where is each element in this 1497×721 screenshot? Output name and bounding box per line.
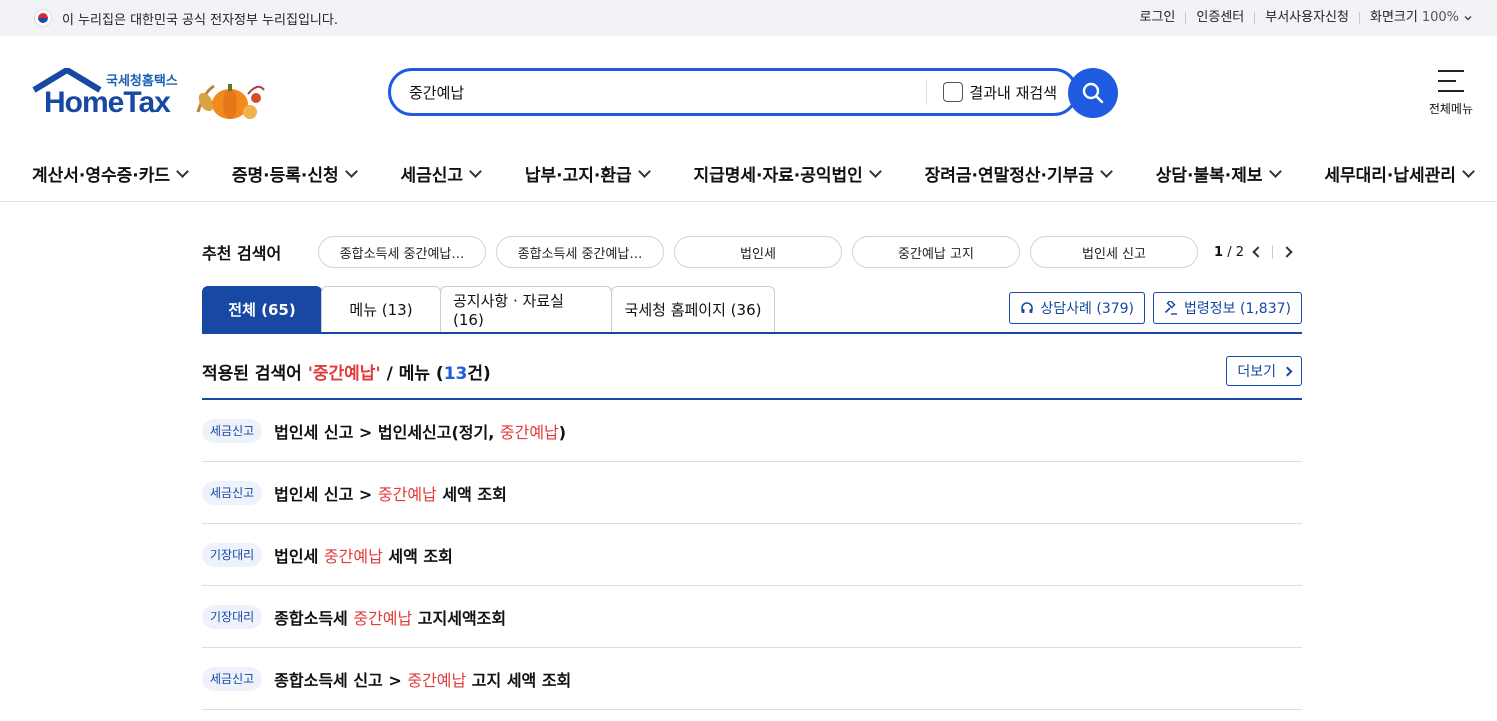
nav-item-consult[interactable]: 상담·불복·제보 xyxy=(1156,161,1282,186)
result-header: 적용된 검색어 '중간예납' / 메뉴 (13건) 더보기 xyxy=(202,356,1302,386)
category-badge: 세금신고 xyxy=(202,666,263,691)
result-tabs: 전체 (65) 메뉴 (13) 공지사항 · 자료실 (16) 국세청 홈페이지… xyxy=(202,286,1302,334)
chevron-down-icon xyxy=(469,164,482,178)
keyword-chip[interactable]: 법인세 신고 xyxy=(1030,236,1198,268)
chevron-down-icon xyxy=(1462,164,1475,178)
category-badge: 기장대리 xyxy=(202,604,263,629)
chevron-down-icon xyxy=(868,164,882,178)
category-badge: 기장대리 xyxy=(202,542,263,567)
all-menu-label: 전체메뉴 xyxy=(1428,102,1473,116)
more-button[interactable]: 더보기 xyxy=(1226,356,1302,386)
category-badge: 세금신고 xyxy=(202,480,263,505)
search-results: 추천 검색어 종합소득세 중간예납… 종합소득세 중간예납… 법인세 중간예납 … xyxy=(202,236,1302,710)
keyword-chip[interactable]: 종합소득세 중간예납… xyxy=(496,236,664,268)
keyword-pager: 1 / 2 xyxy=(1214,244,1293,260)
research-within-checkbox[interactable]: 결과내 재검색 xyxy=(943,82,1057,103)
hometax-logo[interactable]: 국세청홈택스 HomeTax xyxy=(32,68,272,128)
result-list: 세금신고 법인세 신고 > 법인세신고(정기, 중간예납) 세금신고 법인세 신… xyxy=(202,400,1302,710)
all-menu-button[interactable]: 전체메뉴 xyxy=(1429,70,1473,117)
gov-notice: 이 누리집은 대한민국 공식 전자정부 누리집입니다. xyxy=(62,12,338,28)
hamburger-icon xyxy=(1437,70,1464,92)
gov-banner: 이 누리집은 대한민국 공식 전자정부 누리집입니다. 로그인 인증센터 부서사… xyxy=(0,0,1497,36)
gavel-icon xyxy=(1164,301,1178,315)
nav-item-certificate[interactable]: 증명·등록·신청 xyxy=(232,161,358,186)
research-within-label: 결과내 재검색 xyxy=(969,83,1057,102)
list-item[interactable]: 세금신고 종합소득세 신고 > 중간예납 고지 세액 조회 xyxy=(202,648,1302,710)
nav-item-tax-report[interactable]: 세금신고 xyxy=(400,161,482,186)
search-box: 결과내 재검색 xyxy=(388,68,1078,116)
list-item[interactable]: 세금신고 법인세 신고 > 법인세신고(정기, 중간예납) xyxy=(202,400,1302,462)
list-item[interactable]: 기장대리 법인세 중간예납 세액 조회 xyxy=(202,524,1302,586)
keyword-chip[interactable]: 법인세 xyxy=(674,236,842,268)
chevron-down-icon xyxy=(176,164,189,178)
tab-all[interactable]: 전체 (65) xyxy=(202,286,322,332)
pumpkin-icon xyxy=(196,84,265,119)
applied-keyword: '중간예납' xyxy=(307,363,381,384)
chevron-left-icon[interactable] xyxy=(1252,246,1264,258)
zoom-label: 화면크기 xyxy=(1369,10,1418,25)
chevron-right-icon[interactable] xyxy=(1281,246,1293,258)
search-input[interactable] xyxy=(409,83,911,101)
pager-total: / 2 xyxy=(1227,244,1244,260)
korea-flag-icon xyxy=(34,9,52,27)
headset-icon xyxy=(1021,302,1034,313)
nav-item-agent[interactable]: 세무대리·납세관리 xyxy=(1324,161,1475,186)
zoom-control[interactable]: 화면크기 100% xyxy=(1358,10,1473,25)
chevron-down-icon xyxy=(1464,16,1472,21)
search-icon xyxy=(1082,82,1104,104)
chevron-right-icon xyxy=(1282,366,1293,376)
tab-menu[interactable]: 메뉴 (13) xyxy=(321,286,441,332)
recommended-keywords: 추천 검색어 종합소득세 중간예납… 종합소득세 중간예납… 법인세 중간예납 … xyxy=(202,236,1302,268)
category-badge: 세금신고 xyxy=(202,418,263,443)
result-title: 적용된 검색어 '중간예납' / 메뉴 (13건) xyxy=(202,363,491,384)
nav-item-incentive[interactable]: 장려금·연말정산·기부금 xyxy=(925,161,1113,186)
chevron-down-icon xyxy=(1100,164,1113,178)
site-header: 국세청홈택스 HomeTax 결과내 재검색 전체메뉴 xyxy=(0,36,1497,146)
nav-item-payment[interactable]: 납부·고지·환급 xyxy=(525,161,651,186)
tab-notice[interactable]: 공지사항 · 자료실 (16) xyxy=(440,286,612,332)
chevron-down-icon xyxy=(637,164,651,178)
list-item[interactable]: 세금신고 법인세 신고 > 중간예납 세액 조회 xyxy=(202,462,1302,524)
cert-center-link[interactable]: 인증센터 xyxy=(1185,11,1254,24)
logo-title: HomeTax xyxy=(44,86,171,119)
result-count: 13 xyxy=(443,363,468,384)
recommended-title: 추천 검색어 xyxy=(202,244,282,263)
nav-item-statements[interactable]: 지급명세·자료·공익법인 xyxy=(693,161,882,186)
zoom-value: 100% xyxy=(1421,10,1459,25)
checkbox-icon[interactable] xyxy=(943,82,964,102)
main-nav: 계산서·영수증·카드 증명·등록·신청 세금신고 납부·고지·환급 지급명세·자… xyxy=(0,146,1497,202)
dept-user-link[interactable]: 부서사용자신청 xyxy=(1254,11,1359,24)
keyword-chip[interactable]: 종합소득세 중간예납… xyxy=(318,236,486,268)
tab-nts-homepage[interactable]: 국세청 홈페이지 (36) xyxy=(611,286,775,332)
consult-cases-button[interactable]: 상담사례 (379) xyxy=(1009,292,1146,324)
list-item[interactable]: 기장대리 종합소득세 중간예납 고지세액조회 xyxy=(202,586,1302,648)
chevron-down-icon xyxy=(1268,164,1282,178)
nav-item-invoice[interactable]: 계산서·영수증·카드 xyxy=(32,161,189,186)
login-link[interactable]: 로그인 xyxy=(1130,11,1186,24)
search-button[interactable] xyxy=(1068,68,1118,118)
keyword-chip[interactable]: 중간예납 고지 xyxy=(852,236,1020,268)
law-info-button[interactable]: 법령정보 (1,837) xyxy=(1153,292,1302,324)
pager-current: 1 xyxy=(1214,244,1224,260)
chevron-down-icon xyxy=(344,164,358,178)
